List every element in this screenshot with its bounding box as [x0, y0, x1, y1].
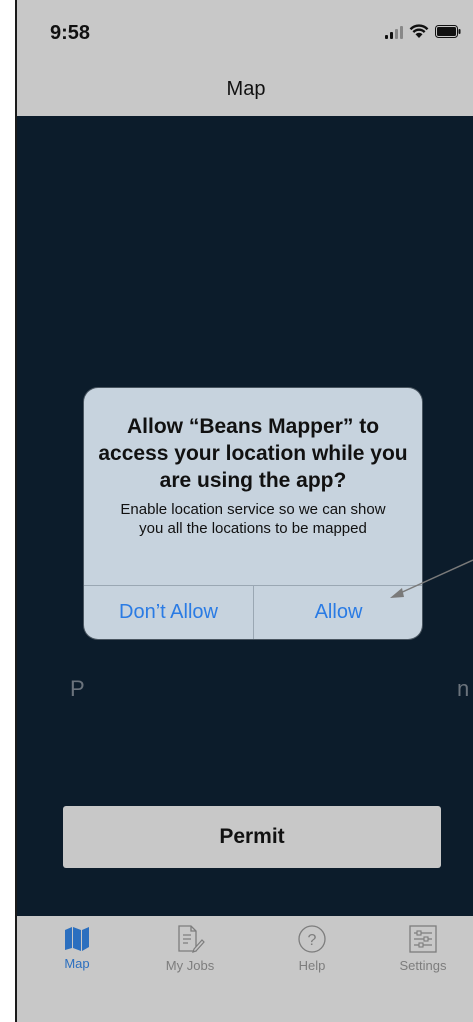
- background-text-fragment: n: [457, 676, 470, 701]
- document-edit-icon: [178, 925, 205, 953]
- tab-label: My Jobs: [165, 958, 215, 973]
- signal-icon: [385, 25, 403, 39]
- tab-settings[interactable]: Settings: [378, 924, 468, 973]
- tab-help[interactable]: ? Help: [267, 924, 357, 973]
- battery-icon: [435, 25, 461, 38]
- phone-screen: 9:58 Map P n Permit Allow “Beans Mapper”…: [15, 0, 473, 1022]
- sliders-icon: [409, 925, 437, 953]
- tab-bar: Map My Jobs ? Help Settings: [17, 916, 473, 1022]
- tab-map[interactable]: Map: [32, 924, 122, 971]
- tab-my-jobs[interactable]: My Jobs: [145, 924, 235, 973]
- navigation-bar: Map: [17, 60, 473, 116]
- tab-label: Settings: [399, 958, 447, 973]
- alert-message: Enable location service so we can show y…: [120, 501, 386, 537]
- allow-button[interactable]: Allow: [254, 586, 422, 639]
- dont-allow-button[interactable]: Don’t Allow: [84, 586, 253, 639]
- wifi-icon: [409, 24, 429, 38]
- location-permission-alert: Allow “Beans Mapper” to access your loca…: [84, 388, 422, 639]
- permit-button[interactable]: Permit: [63, 806, 441, 868]
- map-icon: [65, 927, 89, 951]
- status-icons: [385, 24, 461, 39]
- alert-title: Allow “Beans Mapper” to access your loca…: [98, 415, 408, 492]
- svg-text:?: ?: [308, 932, 317, 949]
- page-title: Map: [226, 78, 266, 100]
- background-text-fragment: P: [70, 676, 85, 701]
- status-bar: 9:58: [17, 0, 473, 60]
- question-circle-icon: ?: [298, 925, 326, 953]
- tab-label: Map: [64, 956, 90, 971]
- tab-label: Help: [298, 958, 326, 973]
- status-time: 9:58: [50, 22, 91, 44]
